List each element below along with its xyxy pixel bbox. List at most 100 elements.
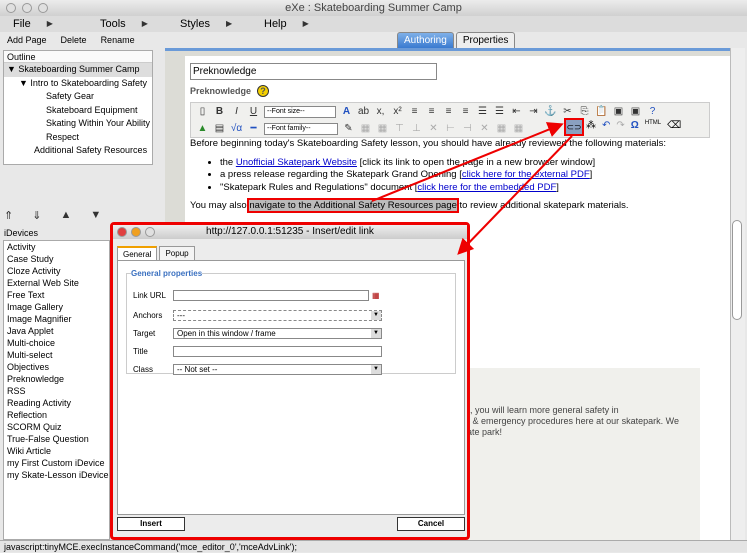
- delete-row-icon[interactable]: ✕: [427, 123, 440, 134]
- delete-button[interactable]: Delete: [61, 32, 87, 48]
- help-icon[interactable]: ?: [646, 106, 659, 117]
- menu-help[interactable]: Help ▶: [236, 16, 309, 32]
- menu-file[interactable]: File ▶: [0, 16, 70, 32]
- superscript-icon[interactable]: x²: [391, 106, 404, 117]
- anchors-select[interactable]: --- ▼: [173, 310, 382, 321]
- media-icon[interactable]: ▤: [213, 123, 226, 134]
- subscript-icon[interactable]: x,: [374, 106, 387, 117]
- link-url-input[interactable]: [173, 290, 369, 301]
- idevice-item[interactable]: my First Custom iDevice: [7, 457, 109, 469]
- tree-node[interactable]: Safety Gear: [4, 90, 152, 104]
- dialog-minimize-icon[interactable]: [131, 227, 141, 237]
- font-size-select[interactable]: --Font size--: [264, 105, 336, 118]
- add-page-button[interactable]: Add Page: [7, 32, 47, 48]
- selected-text[interactable]: navigate to the Additional Safety Resour…: [247, 198, 459, 213]
- idevice-item[interactable]: Activity: [7, 241, 109, 253]
- target-select[interactable]: Open in this window / frame ▼: [173, 328, 382, 339]
- menu-styles[interactable]: Styles ▶: [160, 16, 236, 32]
- dialog-zoom-icon[interactable]: [145, 227, 155, 237]
- idevice-item[interactable]: Reading Activity: [7, 397, 109, 409]
- tab-authoring[interactable]: Authoring: [397, 32, 454, 48]
- cancel-button[interactable]: Cancel: [397, 517, 465, 531]
- underline-icon[interactable]: U: [247, 106, 260, 117]
- row-after-icon[interactable]: ⊥: [410, 123, 423, 134]
- tree-node[interactable]: ▼ Skateboarding Summer Camp: [4, 63, 152, 77]
- align-left-icon[interactable]: ≡: [408, 106, 421, 117]
- bold-icon[interactable]: B: [213, 106, 226, 117]
- browse-icon[interactable]: ▦: [372, 291, 380, 300]
- demote-icon[interactable]: ⇓: [32, 209, 41, 223]
- text-color-icon[interactable]: A: [340, 106, 353, 117]
- idevice-item[interactable]: Cloze Activity: [7, 265, 109, 277]
- idevice-title-input[interactable]: Preknowledge: [190, 63, 437, 80]
- idevice-item[interactable]: Reflection: [7, 409, 109, 421]
- edit-css-icon[interactable]: ✎: [342, 123, 355, 134]
- rename-button[interactable]: Rename: [101, 32, 135, 48]
- title-input[interactable]: [173, 346, 382, 357]
- idevice-item[interactable]: Free Text: [7, 289, 109, 301]
- help-icon[interactable]: ?: [257, 85, 270, 97]
- menu-tools[interactable]: Tools ▶: [70, 16, 160, 32]
- align-right-icon[interactable]: ≡: [442, 106, 455, 117]
- table-icon[interactable]: ▦: [359, 123, 372, 134]
- insert-button[interactable]: Insert: [117, 517, 185, 531]
- minimize-window-icon[interactable]: [22, 3, 32, 13]
- scrollbar-thumb[interactable]: [732, 220, 742, 320]
- justify-icon[interactable]: ≡: [459, 106, 472, 117]
- split-cells-icon[interactable]: ▦: [495, 123, 508, 134]
- insert-link-button[interactable]: ⊂⊃: [564, 118, 584, 136]
- tree-node[interactable]: Skating Within Your Ability: [4, 117, 152, 131]
- paste-text-icon[interactable]: ▣: [612, 106, 625, 117]
- copy-icon[interactable]: ⎘: [578, 106, 591, 117]
- tree-node[interactable]: Additional Safety Resources: [4, 144, 152, 158]
- move-down-icon[interactable]: ▼: [90, 209, 101, 223]
- idevice-item[interactable]: Multi-select: [7, 349, 109, 361]
- horizontal-rule-icon[interactable]: ━: [247, 123, 260, 134]
- paste-icon[interactable]: 📋: [595, 106, 608, 117]
- align-center-icon[interactable]: ≡: [425, 106, 438, 117]
- class-select[interactable]: -- Not set -- ▼: [173, 364, 382, 375]
- image-icon[interactable]: ▲: [196, 123, 209, 134]
- clean-up-icon[interactable]: ⌫: [667, 120, 681, 131]
- math-icon[interactable]: √α: [230, 123, 243, 134]
- idevice-item[interactable]: Image Gallery: [7, 301, 109, 313]
- external-pdf-link[interactable]: click here for the external PDF: [462, 169, 590, 180]
- dialog-close-icon[interactable]: [117, 227, 127, 237]
- indent-icon[interactable]: ⇥: [527, 106, 540, 117]
- unlink-icon[interactable]: ⁂: [586, 120, 596, 131]
- html-source-icon[interactable]: HTML: [645, 120, 661, 131]
- idevice-item[interactable]: True-False Question: [7, 433, 109, 445]
- idevice-item[interactable]: Preknowledge: [7, 373, 109, 385]
- row-before-icon[interactable]: ⊤: [393, 123, 406, 134]
- tree-node[interactable]: Respect: [4, 131, 152, 145]
- delete-col-icon[interactable]: ✕: [478, 123, 491, 134]
- merge-cells-icon[interactable]: ▦: [512, 123, 525, 134]
- anchor-icon[interactable]: ⚓: [544, 106, 557, 117]
- outdent-icon[interactable]: ⇤: [510, 106, 523, 117]
- special-char-icon[interactable]: Ω: [631, 120, 639, 131]
- move-up-icon[interactable]: ▲: [60, 209, 71, 223]
- embedded-pdf-link[interactable]: click here for the embedded PDF: [417, 182, 556, 193]
- idevice-item[interactable]: Multi-choice: [7, 337, 109, 349]
- tab-popup[interactable]: Popup: [159, 246, 195, 260]
- col-after-icon[interactable]: ⊣: [461, 123, 474, 134]
- tree-node[interactable]: ▼ Intro to Skateboarding Safety: [4, 77, 152, 91]
- zoom-window-icon[interactable]: [38, 3, 48, 13]
- rich-text-editor[interactable]: Before beginning today's Skateboarding S…: [190, 138, 710, 218]
- idevice-item[interactable]: Case Study: [7, 253, 109, 265]
- cut-icon[interactable]: ✂: [561, 106, 574, 117]
- tree-node[interactable]: Skateboard Equipment: [4, 104, 152, 118]
- idevice-item[interactable]: RSS: [7, 385, 109, 397]
- idevice-item[interactable]: my Skate-Lesson iDevice: [7, 469, 109, 481]
- tab-general[interactable]: General: [117, 246, 158, 260]
- col-before-icon[interactable]: ⊢: [444, 123, 457, 134]
- idevice-item[interactable]: Java Applet: [7, 325, 109, 337]
- redo-icon[interactable]: ↷: [616, 120, 624, 131]
- idevice-item[interactable]: External Web Site: [7, 277, 109, 289]
- italic-icon[interactable]: I: [230, 106, 243, 117]
- promote-icon[interactable]: ⇑: [4, 209, 13, 223]
- idevice-item[interactable]: Wiki Article: [7, 445, 109, 457]
- idevice-item[interactable]: SCORM Quiz: [7, 421, 109, 433]
- paste-word-icon[interactable]: ▣: [629, 106, 642, 117]
- new-doc-icon[interactable]: ▯: [196, 106, 209, 117]
